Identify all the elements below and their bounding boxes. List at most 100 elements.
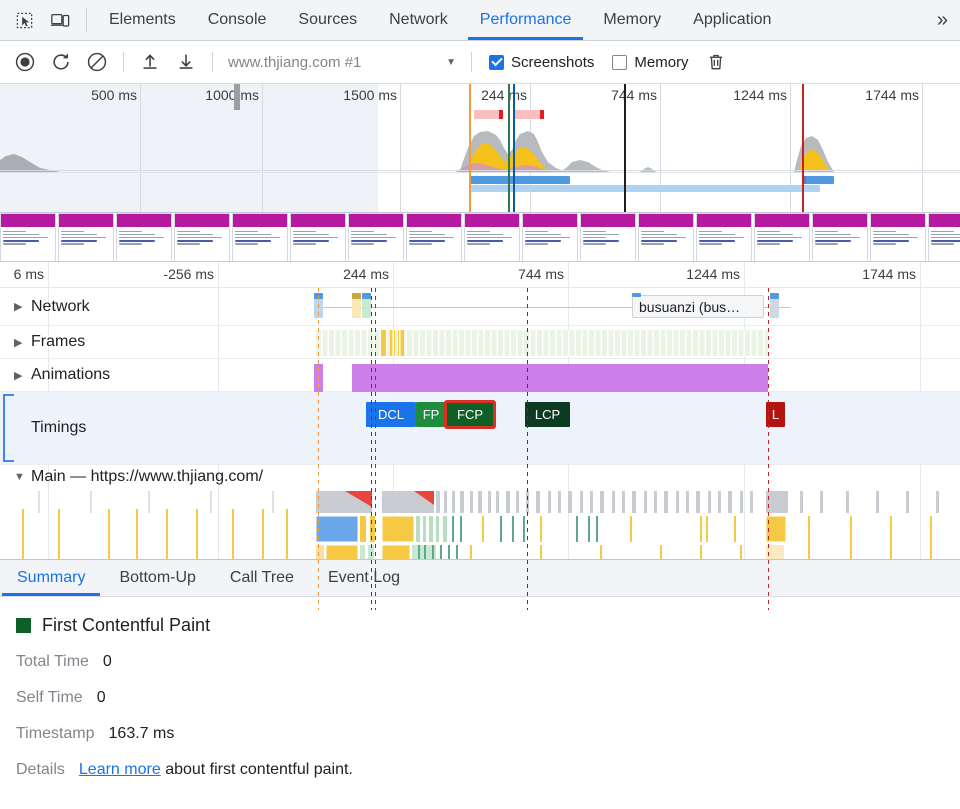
filmstrip-frame[interactable] [580,213,636,261]
toolbar-divider-2 [212,52,213,72]
filmstrip-frame[interactable] [0,213,56,261]
chevron-right-icon: ▶ [14,301,23,313]
tab-memory[interactable]: Memory [587,0,677,40]
fcp-vline [375,288,376,610]
track-frames-header[interactable]: ▶ Frames [0,326,85,358]
tab-performance[interactable]: Performance [464,0,588,40]
total-time-value: 0 [102,653,112,670]
filmstrip-frame[interactable] [464,213,520,261]
overview-window-handle-left[interactable] [234,84,240,110]
tab-sources[interactable]: Sources [282,0,373,40]
filmstrip[interactable] [0,213,960,262]
overview-tick-label: 1744 ms [865,87,919,103]
filmstrip-frame[interactable] [232,213,288,261]
track-main-label: Main — https://www.thjiang.com/ [31,468,264,485]
timeline-overview[interactable]: 500 ms 1000 ms 1500 ms 244 ms 744 ms 124… [0,84,960,213]
overview-network-bar [470,185,820,192]
fp-timing-marker[interactable]: FP [416,402,446,427]
fp-timing-marker-label: FP [422,407,440,422]
tab-application-label: Application [693,11,772,28]
track-animations-header[interactable]: ▶ Animations [0,359,110,391]
filmstrip-frame[interactable] [174,213,230,261]
details-tabs: Summary Bottom-Up Call Tree Event Log [0,560,960,597]
network-request [362,293,371,299]
overview-dcl-marker [469,84,471,212]
tab-bottom-up[interactable]: Bottom-Up [102,560,212,596]
tab-elements[interactable]: Elements [93,0,192,40]
learn-more-link[interactable]: Learn more [79,761,161,778]
overview-tick-label: 244 ms [481,87,527,103]
frames-dividers [316,330,768,356]
filmstrip-frame[interactable] [870,213,926,261]
tab-network[interactable]: Network [373,0,464,40]
device-toolbar-icon[interactable] [46,6,74,34]
summary-row-self-time: Self Time 0 [16,689,960,707]
toolbar-divider-1 [123,52,124,72]
screenshots-checkbox-label: Screenshots [511,53,595,71]
flame-chart-tracks[interactable]: 6 ms -256 ms 244 ms 744 ms 1244 ms 1744 … [0,262,960,610]
network-request [632,293,641,297]
tracks-tick-label: 744 ms [518,266,564,282]
tab-bottom-up-label: Bottom-Up [119,569,196,586]
track-animations[interactable]: ▶ Animations [0,359,960,392]
inspect-element-icon[interactable] [10,6,38,34]
tab-application[interactable]: Application [677,0,787,40]
filmstrip-frame[interactable] [58,213,114,261]
filmstrip-frame[interactable] [696,213,752,261]
track-network[interactable]: busuanzi (bus… ▶ Network [0,288,960,326]
tab-console[interactable]: Console [192,0,283,40]
network-request [352,293,361,299]
page-select[interactable]: www.thjiang.com #1 ▼ [222,48,462,76]
record-button[interactable] [8,47,42,77]
save-profile-button[interactable] [169,47,203,77]
overview-tick-label: 744 ms [611,87,657,103]
tab-network-label: Network [389,11,448,28]
load-profile-button[interactable] [133,47,167,77]
more-tabs-label: » [936,8,948,31]
filmstrip-frame[interactable] [812,213,868,261]
tab-memory-label: Memory [603,11,662,28]
fcp-timing-marker[interactable]: FCP [444,400,496,429]
filmstrip-frame[interactable] [754,213,810,261]
trash-icon[interactable] [699,47,733,77]
clear-button[interactable] [80,47,114,77]
track-network-header[interactable]: ▶ Network [0,288,90,325]
dcl-timing-marker[interactable]: DCL [366,402,416,427]
lcp-timing-marker[interactable]: LCP [525,402,570,427]
filmstrip-frame[interactable] [290,213,346,261]
details-panel: Summary Bottom-Up Call Tree Event Log Fi… [0,559,960,809]
filmstrip-frame[interactable] [406,213,462,261]
memory-checkbox-box [612,54,628,70]
tab-event-log[interactable]: Event Log [311,560,417,596]
overview-network-chart [0,172,960,194]
filmstrip-frame[interactable] [522,213,578,261]
tab-performance-label: Performance [479,11,572,28]
more-tabs-icon[interactable]: » [931,0,960,40]
screenshots-checkbox[interactable]: Screenshots [481,54,602,71]
tab-summary[interactable]: Summary [0,560,102,596]
animation-bar[interactable] [352,364,768,392]
lcp-vline [527,288,528,610]
track-main-header[interactable]: ▼ Main — https://www.thjiang.com/ [0,465,263,489]
filmstrip-frame[interactable] [116,213,172,261]
memory-checkbox[interactable]: Memory [604,54,696,71]
track-timings[interactable]: DCL FP FCP LCP L Timings [0,392,960,465]
filmstrip-frame[interactable] [638,213,694,261]
reload-and-record-button[interactable] [44,47,78,77]
tracks-tick-label: 6 ms [13,266,44,282]
track-timings-header[interactable]: Timings [0,392,86,464]
tab-sources-label: Sources [298,11,358,28]
tab-call-tree-label: Call Tree [229,569,294,586]
filmstrip-frame[interactable] [928,213,960,261]
track-frames[interactable]: ▶ Frames [0,326,960,359]
panel-tabs: Elements Console Sources Network Perform… [93,0,931,40]
track-timings-body: DCL FP FCP LCP L [0,392,960,464]
filmstrip-frame[interactable] [348,213,404,261]
chevron-down-icon: ▼ [446,56,456,68]
track-network-label: Network [31,297,90,315]
overview-network-bar [470,176,570,184]
network-request-chip[interactable]: busuanzi (bus… [632,295,764,318]
overview-network-bar [806,176,834,184]
chevron-right-icon: ▶ [14,369,23,382]
tab-call-tree[interactable]: Call Tree [213,560,311,596]
